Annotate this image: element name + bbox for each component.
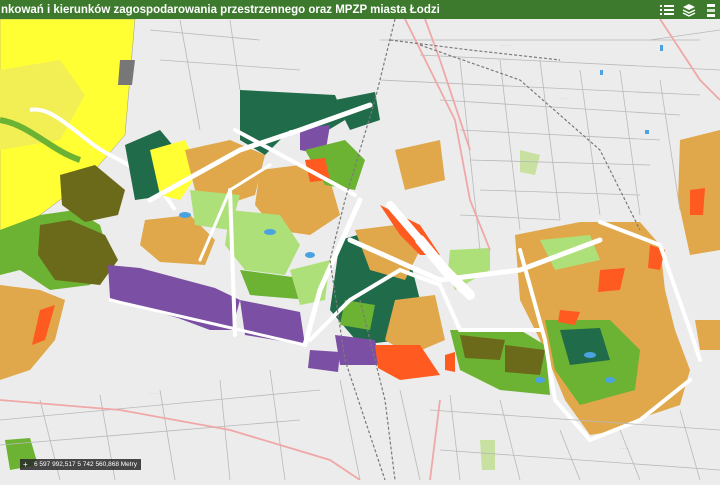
basemap-icon[interactable] [704, 3, 718, 17]
water [305, 252, 315, 258]
water [600, 70, 603, 75]
svg-text:· · · ·: · · · · [620, 446, 629, 451]
water [584, 352, 596, 358]
svg-text:· · · · ·: · · · · · [500, 43, 511, 48]
water [179, 212, 191, 218]
coordinate-text: 6 597 992,517 5 742 560,868 Metry [34, 461, 137, 468]
water [660, 45, 663, 51]
legend-icon[interactable] [660, 3, 674, 17]
water [645, 130, 649, 134]
water [264, 229, 276, 235]
map-view[interactable]: · · · · · · · · · · · · · · · · · · · · … [0, 18, 720, 481]
olive-zone [505, 345, 545, 375]
building [118, 60, 135, 85]
service-area [445, 352, 455, 372]
svg-text:· · · · ·: · · · · · [610, 176, 621, 181]
svg-text:· · · ·: · · · · [560, 96, 569, 101]
service-area [690, 188, 705, 215]
crosshair-icon: + [23, 460, 28, 469]
svg-text:· · · ·: · · · · [150, 391, 159, 396]
light-green-area [480, 440, 495, 470]
layers-icon[interactable] [682, 3, 696, 17]
header-toolbar [660, 0, 720, 19]
coordinate-readout: + 6 597 992,517 5 742 560,868 Metry [20, 459, 141, 470]
map-canvas[interactable]: · · · · · · · · · · · · · · · · · · · · … [0, 18, 720, 481]
water [605, 377, 615, 383]
app-header: nkowań i kierunków zagospodarowania prze… [0, 0, 720, 19]
app-title: nkowań i kierunków zagospodarowania prze… [1, 3, 440, 16]
water [535, 377, 545, 383]
